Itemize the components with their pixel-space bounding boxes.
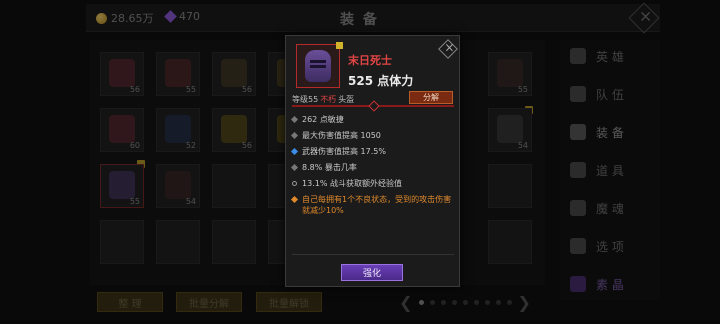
stat-text: 262 点敏捷	[302, 115, 344, 124]
helmet-icon	[305, 50, 331, 82]
item-tooltip: × 末日死士 525 点体力 等级55 不朽 头盔 分解 262 点敏捷 最大伤…	[285, 35, 460, 287]
lock-icon[interactable]	[336, 42, 343, 49]
bullet-icon	[292, 181, 297, 186]
item-main-stat: 525 点体力	[348, 74, 414, 88]
stat-line: 13.1% 战斗获取额外经验值	[292, 178, 402, 189]
divider	[292, 254, 454, 255]
close-icon[interactable]: ×	[438, 39, 458, 59]
stat-text: 13.1% 战斗获取额外经验值	[302, 179, 402, 188]
stat-line: 最大伤害值提高 1050	[290, 130, 381, 141]
special-effect-text: 自己每拥有1个不良状态，受到的攻击伤害就减少10%	[302, 195, 452, 215]
stat-text: 8.8% 暴击几率	[302, 163, 357, 172]
decompose-button[interactable]: 分解	[409, 91, 453, 104]
stat-line: 武器伤害值提高 17.5%	[290, 146, 386, 157]
bullet-icon	[290, 147, 299, 156]
enhance-button[interactable]: 强化	[341, 264, 403, 281]
item-level: 等级55	[292, 95, 319, 104]
divider	[292, 105, 454, 107]
stat-text: 最大伤害值提高 1050	[302, 131, 381, 140]
special-effect: 自己每拥有1个不良状态，受到的攻击伤害就减少10%	[290, 194, 457, 216]
bullet-icon	[290, 131, 299, 140]
game-screen: 28.65万 470 装 备 56 55 56 56 55	[0, 0, 720, 324]
item-level-line: 等级55 不朽 头盔	[292, 94, 354, 105]
item-slot-type: 头盔	[338, 95, 355, 104]
bullet-icon	[290, 115, 299, 124]
bullet-icon	[290, 163, 299, 172]
item-quality: 不朽	[320, 95, 337, 104]
stat-line: 8.8% 暴击几率	[290, 162, 357, 173]
item-icon-frame	[296, 44, 340, 88]
stat-line: 262 点敏捷	[290, 114, 344, 125]
bullet-icon	[290, 195, 299, 204]
stat-text: 武器伤害值提高 17.5%	[302, 147, 386, 156]
item-name: 末日死士	[348, 54, 392, 67]
